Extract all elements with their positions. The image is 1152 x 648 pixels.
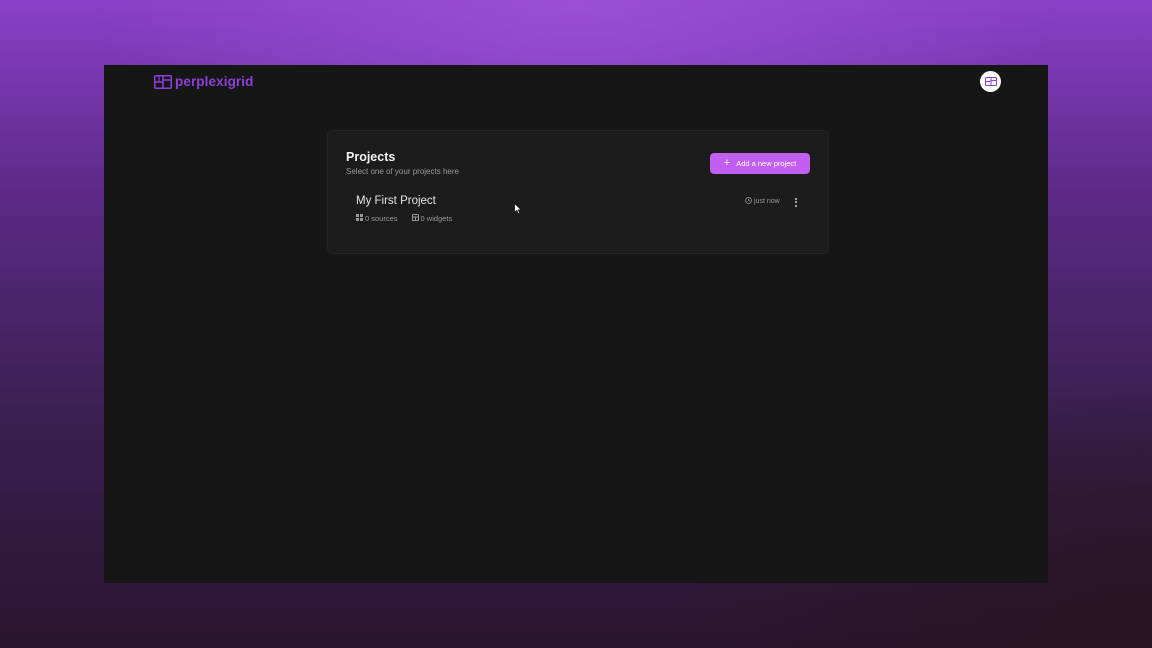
project-name: My First Project	[356, 195, 436, 207]
projects-title: Projects	[346, 150, 396, 164]
project-updated: just now	[745, 197, 780, 206]
widget-icon	[411, 214, 419, 223]
project-sources: 0 sources	[356, 214, 398, 223]
project-item[interactable]: My First Project 0 sources 0 widgets jus…	[338, 189, 810, 229]
projects-card: Projects Select one of your projects her…	[327, 130, 829, 254]
add-project-button[interactable]: + Add a new project	[710, 153, 810, 174]
app-window: perplexigrid Projects Select one of your…	[104, 65, 1048, 583]
grid-icon	[356, 214, 363, 223]
project-widgets: 0 widgets	[411, 214, 453, 223]
plus-icon: +	[723, 156, 731, 169]
updated-text: just now	[754, 198, 780, 205]
add-project-label: Add a new project	[736, 159, 797, 168]
brand-name: perplexigrid	[175, 74, 254, 89]
sources-count: 0 sources	[365, 214, 398, 223]
widgets-count: 0 widgets	[420, 214, 453, 223]
avatar[interactable]	[980, 71, 1001, 92]
projects-subtitle: Select one of your projects here	[346, 167, 459, 176]
grid-logo-icon	[154, 74, 172, 89]
more-vertical-icon[interactable]	[792, 195, 800, 209]
mouse-cursor-icon	[514, 202, 523, 220]
project-meta: 0 sources 0 widgets	[356, 214, 452, 223]
user-grid-icon	[984, 73, 997, 91]
clock-icon	[745, 197, 752, 206]
brand-logo[interactable]: perplexigrid	[154, 74, 253, 89]
